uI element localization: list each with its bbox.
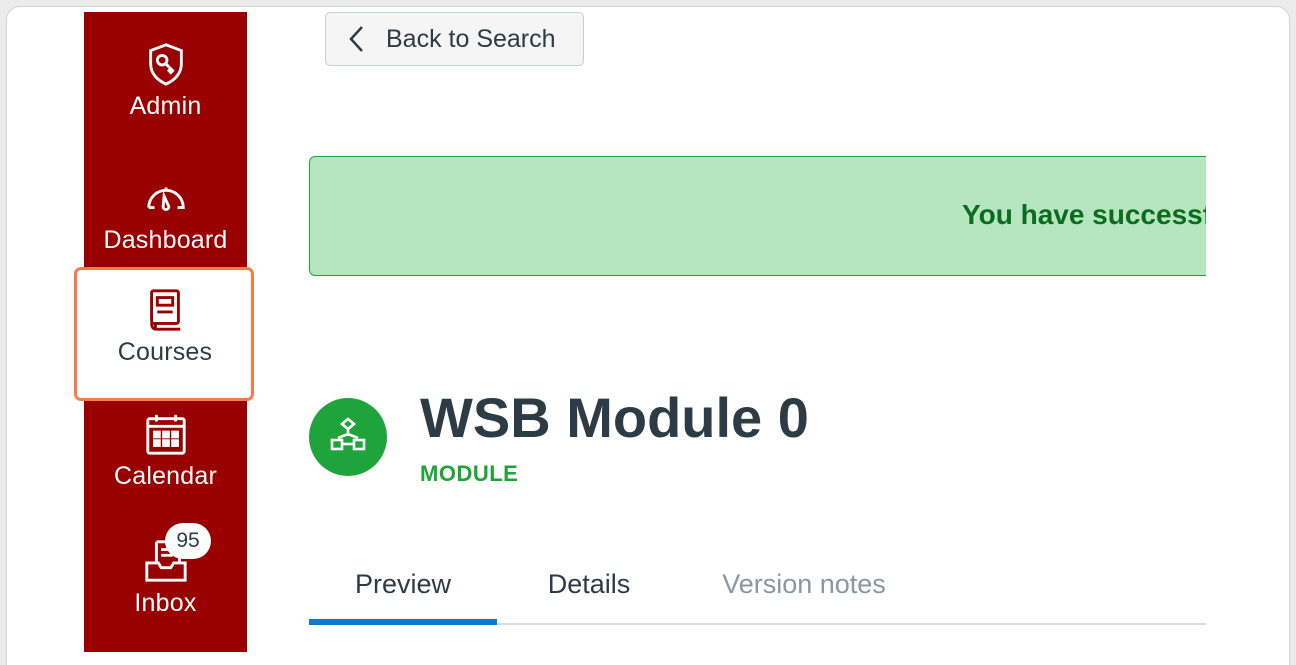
- nav-label-calendar: Calendar: [113, 462, 218, 490]
- global-nav: Admin Dashboard Courses Calendar Inbox: [74, 12, 254, 652]
- tab-details[interactable]: Details: [509, 545, 669, 623]
- tab-version-notes[interactable]: Version notes: [704, 545, 904, 623]
- module-title: WSB Module 0: [420, 386, 809, 449]
- calendar-icon: [142, 410, 190, 458]
- nav-item-admin[interactable]: Admin: [84, 40, 247, 121]
- back-to-search-button[interactable]: Back to Search: [325, 12, 584, 66]
- nav-item-dashboard[interactable]: Dashboard: [84, 174, 247, 255]
- success-alert: You have successf: [309, 156, 1219, 276]
- admin-shield-key-icon: [142, 40, 190, 88]
- nav-item-calendar[interactable]: Calendar: [84, 410, 247, 491]
- tab-preview[interactable]: Preview: [309, 545, 497, 625]
- success-alert-text: You have successf: [962, 199, 1213, 230]
- nav-label-courses: Courses: [117, 338, 213, 366]
- module-icon: [309, 398, 387, 476]
- inbox-unread-badge: 95: [165, 523, 211, 559]
- nav-item-courses[interactable]: Courses: [82, 280, 248, 394]
- dashboard-gauge-icon: [142, 174, 190, 222]
- courses-book-icon: [141, 286, 189, 334]
- nav-label-inbox: Inbox: [134, 589, 197, 617]
- nav-item-inbox[interactable]: Inbox: [84, 537, 247, 618]
- back-to-search-label: Back to Search: [386, 24, 556, 53]
- module-tabs: Preview Details Version notes: [309, 545, 1206, 625]
- nav-label-admin: Admin: [129, 92, 202, 120]
- module-type-label: MODULE: [420, 461, 519, 486]
- content-edge: [1206, 140, 1286, 300]
- chevron-left-icon: [349, 26, 363, 52]
- nav-label-dashboard: Dashboard: [103, 226, 228, 254]
